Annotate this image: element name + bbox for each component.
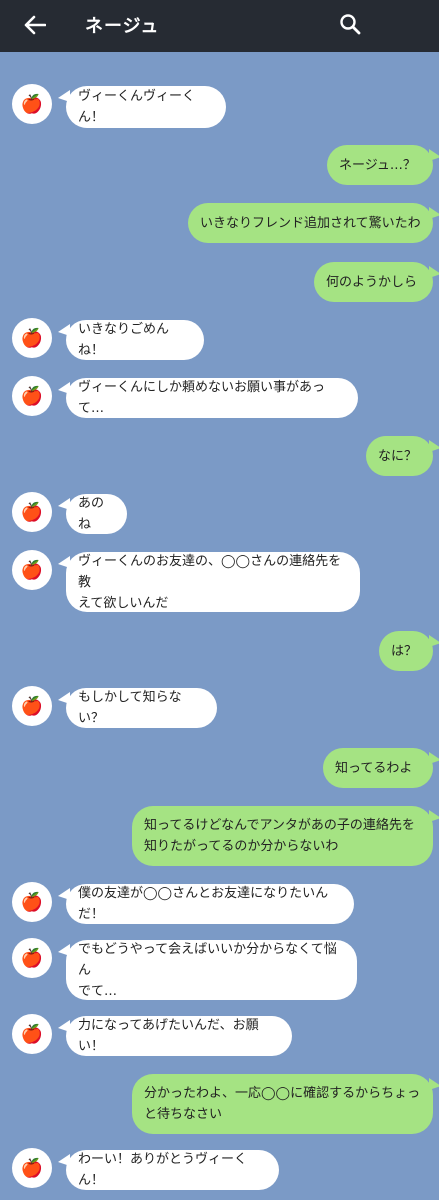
message-text: いきなりフレンド追加されて驚いたわ [200, 215, 421, 231]
message-bubble[interactable]: でもどうやって会えばいいか分からなくて悩ん でて… [66, 940, 357, 1000]
message-bubble[interactable]: いきなりごめんね！ [66, 320, 204, 360]
message-text: ヴィーくんのお友達の、◯◯さんの連絡先を教 えて欲しいんだ [78, 553, 342, 611]
message-text: ヴィーくんヴィーくん！ [78, 89, 196, 125]
message-bubble[interactable]: 何のようかしら [314, 262, 433, 302]
message-text: でもどうやって会えばいいか分からなくて悩ん でて… [78, 941, 337, 999]
message-text: 知ってるけどなんでアンタがあの子の連絡先を 知りたがってるのか分からないわ [144, 818, 415, 854]
message-text: は？ [391, 643, 418, 659]
message-text: いきなりごめんね！ [78, 322, 170, 358]
message-list[interactable]: 🍎 ヴィーくんヴィーくん！ ネージュ…？ いきなりフレンド追加されて驚いたわ何のようか… [0, 52, 439, 1200]
apple-icon: 🍎 [20, 93, 44, 115]
avatar[interactable]: 🍎 [12, 1014, 52, 1054]
message-text: あのね [78, 496, 105, 532]
message-bubble[interactable]: もしかして知らない？ [66, 688, 217, 728]
message-text: 分かったわよ、一応◯◯に確認するからちょっ と待ちなさい [144, 1086, 421, 1122]
avatar[interactable]: 🍎 [12, 84, 52, 124]
message-text: 僕の友達が◯◯さんとお友達になりたいんだ！ [78, 886, 329, 922]
message-bubble[interactable]: ヴィーくんのお友達の、◯◯さんの連絡先を教 えて欲しいんだ [66, 552, 360, 612]
apple-icon: 🍎 [20, 891, 44, 913]
message-text: わーい！ありがとうヴィーくん！ [78, 1152, 248, 1188]
avatar[interactable]: 🍎 [12, 492, 52, 532]
message-text: なに？ [378, 448, 418, 464]
message-bubble[interactable]: ヴィーくんヴィーくん！ [66, 86, 226, 128]
chat-header: ネージュ [0, 0, 439, 52]
message-text: ヴィーくんにしか頼めないお願い事があって… [78, 380, 326, 416]
message-bubble[interactable]: わーい！ありがとうヴィーくん！ [66, 1150, 279, 1190]
avatar[interactable]: 🍎 [12, 938, 52, 978]
message-bubble[interactable]: ネージュ…？ [327, 145, 433, 185]
avatar[interactable]: 🍎 [12, 882, 52, 922]
apple-icon: 🍎 [20, 947, 44, 969]
search-icon[interactable] [332, 6, 368, 42]
back-arrow-icon[interactable] [18, 8, 52, 42]
avatar[interactable]: 🍎 [12, 318, 52, 358]
apple-icon: 🍎 [20, 695, 44, 717]
message-bubble[interactable]: 知ってるわよ [323, 748, 433, 788]
message-text: 知ってるわよ [335, 760, 413, 776]
avatar[interactable]: 🍎 [12, 686, 52, 726]
chat-title: ネージュ [85, 16, 160, 37]
apple-icon: 🍎 [20, 385, 44, 407]
avatar[interactable]: 🍎 [12, 550, 52, 590]
message-bubble[interactable]: 僕の友達が◯◯さんとお友達になりたいんだ！ [66, 884, 354, 924]
apple-icon: 🍎 [20, 501, 44, 523]
message-bubble[interactable]: いきなりフレンド追加されて驚いたわ [188, 203, 433, 243]
message-bubble[interactable]: ヴィーくんにしか頼めないお願い事があって… [66, 378, 358, 418]
apple-icon: 🍎 [20, 1023, 44, 1045]
avatar[interactable]: 🍎 [12, 376, 52, 416]
message-text: 何のようかしら [326, 274, 418, 290]
message-bubble[interactable]: 知ってるけどなんでアンタがあの子の連絡先を 知りたがってるのか分からないわ [132, 806, 433, 866]
apple-icon: 🍎 [20, 1157, 44, 1179]
message-bubble[interactable]: 分かったわよ、一応◯◯に確認するからちょっ と待ちなさい [132, 1074, 433, 1134]
message-text: ネージュ…？ [339, 157, 416, 173]
message-bubble[interactable]: は？ [379, 631, 433, 671]
message-bubble[interactable]: あのね [66, 494, 127, 534]
message-bubble[interactable]: なに？ [366, 436, 433, 476]
message-text: もしかして知らない？ [78, 690, 182, 726]
avatar[interactable]: 🍎 [12, 1148, 52, 1188]
apple-icon: 🍎 [20, 327, 44, 349]
message-bubble[interactable]: 力になってあげたいんだ、お願い！ [66, 1016, 292, 1056]
message-text: 力になってあげたいんだ、お願い！ [78, 1018, 259, 1054]
apple-icon: 🍎 [20, 559, 44, 581]
